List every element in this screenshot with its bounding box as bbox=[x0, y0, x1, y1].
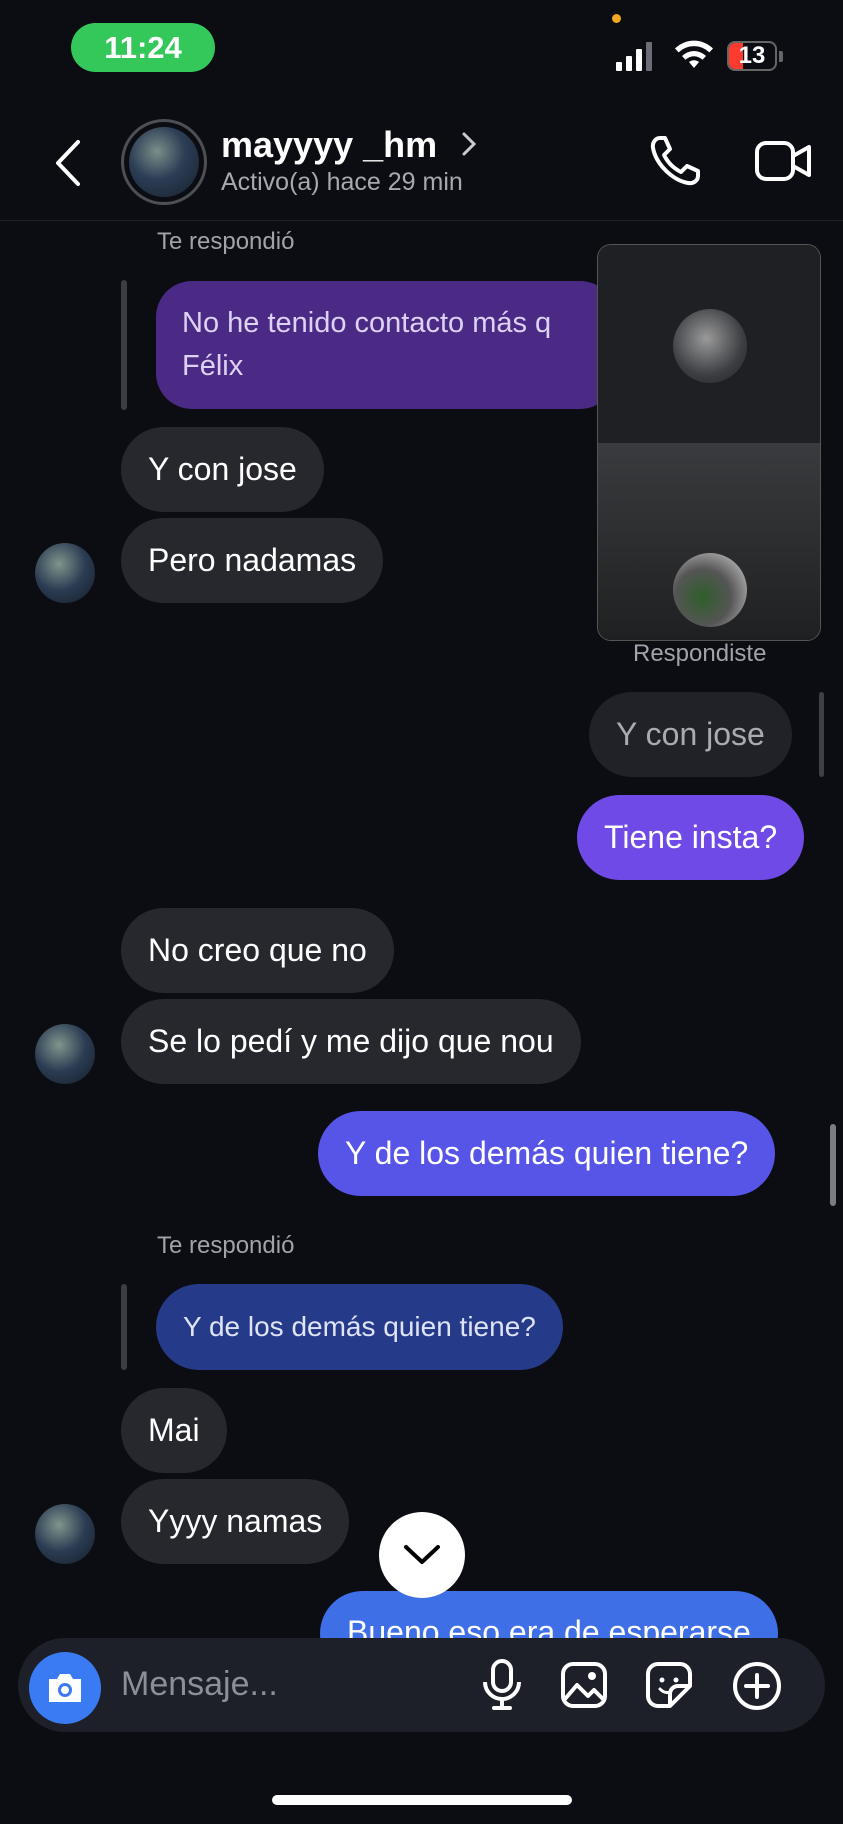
privacy-indicator-dot bbox=[612, 14, 621, 23]
reply-label: Te respondió bbox=[157, 228, 295, 255]
quoted-message[interactable]: No he tenido contacto más q Félix bbox=[156, 281, 616, 409]
scroll-to-bottom-button[interactable] bbox=[379, 1512, 465, 1598]
chevron-down-icon bbox=[404, 1545, 440, 1564]
quoted-message[interactable]: Y con jose bbox=[589, 692, 792, 777]
sender-avatar[interactable] bbox=[35, 1504, 95, 1564]
camera-button[interactable] bbox=[29, 1652, 101, 1724]
microphone-icon[interactable] bbox=[480, 1658, 524, 1712]
camera-icon bbox=[49, 1674, 81, 1702]
back-arrow-icon[interactable] bbox=[52, 138, 86, 188]
reply-bar bbox=[121, 1284, 127, 1370]
profile-username[interactable]: mayyyy _hm bbox=[221, 124, 437, 166]
status-time: 11:24 bbox=[71, 23, 215, 72]
message-input[interactable]: Mensaje... bbox=[121, 1665, 278, 1704]
home-indicator[interactable] bbox=[272, 1795, 572, 1805]
outgoing-message[interactable]: Y de los demás quien tiene? bbox=[318, 1111, 776, 1196]
participant-avatar bbox=[673, 553, 747, 627]
gallery-icon[interactable] bbox=[560, 1661, 608, 1709]
activity-status: Activo(a) hace 29 min bbox=[221, 168, 463, 196]
incoming-message[interactable]: No creo que no bbox=[121, 908, 394, 993]
outgoing-message[interactable]: Tiene insta? bbox=[577, 795, 805, 880]
participant-avatar bbox=[673, 309, 747, 383]
sticker-icon[interactable] bbox=[645, 1661, 693, 1709]
profile-avatar[interactable] bbox=[121, 119, 207, 205]
battery-indicator: 13 bbox=[727, 41, 777, 71]
cellular-signal-icon bbox=[616, 42, 652, 71]
reply-bar bbox=[819, 692, 824, 777]
video-camera-icon[interactable] bbox=[754, 138, 812, 184]
incoming-message[interactable]: Mai bbox=[121, 1388, 227, 1473]
header-divider bbox=[0, 220, 843, 221]
incoming-message[interactable]: Se lo pedí y me dijo que nou bbox=[121, 999, 581, 1084]
incoming-message[interactable]: Yyyy namas bbox=[121, 1479, 350, 1564]
reply-bar bbox=[121, 280, 127, 410]
battery-level: 13 bbox=[738, 42, 766, 69]
plus-circle-icon[interactable] bbox=[731, 1660, 783, 1712]
chevron-right-icon[interactable] bbox=[461, 131, 477, 157]
phone-icon[interactable] bbox=[648, 134, 702, 188]
incoming-message[interactable]: Y con jose bbox=[121, 427, 324, 512]
quoted-text-line2: Félix bbox=[182, 350, 244, 382]
sender-avatar[interactable] bbox=[35, 1024, 95, 1084]
video-call-preview[interactable] bbox=[597, 244, 821, 641]
reply-label: Respondiste bbox=[633, 640, 767, 667]
incoming-message[interactable]: Pero nadamas bbox=[121, 518, 384, 603]
wifi-icon bbox=[675, 40, 713, 68]
quoted-text-line1: No he tenido contacto más q bbox=[182, 307, 552, 339]
sender-avatar[interactable] bbox=[35, 543, 95, 603]
reply-label: Te respondió bbox=[157, 1232, 295, 1259]
quoted-message[interactable]: Y de los demás quien tiene? bbox=[156, 1284, 563, 1370]
scrollbar-thumb[interactable] bbox=[830, 1124, 836, 1206]
